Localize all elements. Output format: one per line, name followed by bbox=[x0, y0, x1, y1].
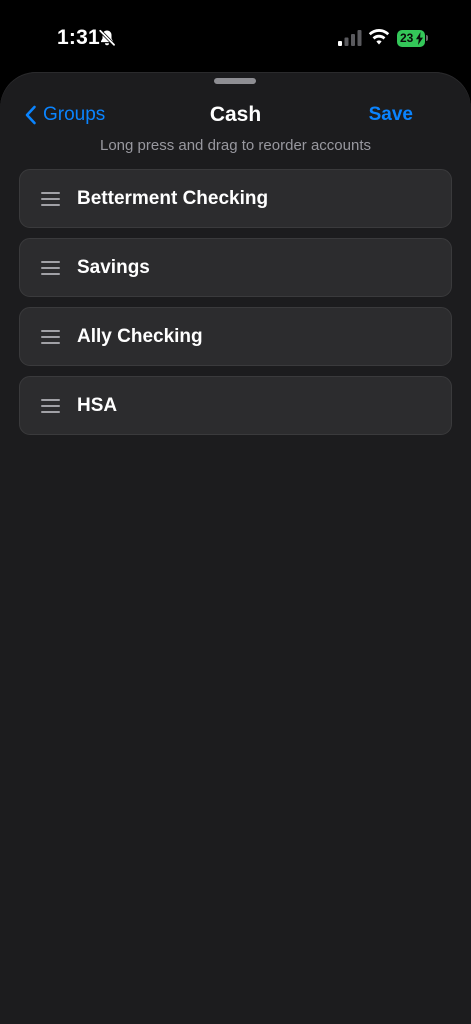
save-button[interactable]: Save bbox=[369, 100, 413, 130]
back-button[interactable]: Groups bbox=[24, 100, 105, 130]
account-name: Savings bbox=[77, 256, 150, 278]
account-name: HSA bbox=[77, 394, 118, 416]
account-name: Betterment Checking bbox=[77, 187, 269, 209]
battery-tip bbox=[426, 35, 428, 41]
status-time: 1:31 bbox=[57, 26, 100, 49]
back-button-label: Groups bbox=[43, 104, 106, 125]
status-bar: 1:31 23 bbox=[0, 0, 471, 70]
battery-level: 23 bbox=[397, 29, 425, 47]
account-row[interactable]: HSA bbox=[19, 376, 452, 435]
account-row[interactable]: Ally Checking bbox=[19, 307, 452, 366]
drag-handle-icon[interactable] bbox=[41, 191, 60, 206]
drag-handle-icon[interactable] bbox=[41, 398, 60, 413]
battery-charging-icon: 23 bbox=[397, 29, 428, 47]
sheet-grabber[interactable] bbox=[214, 78, 256, 84]
drag-handle-icon[interactable] bbox=[41, 329, 60, 344]
chevron-left-icon bbox=[25, 105, 36, 125]
bolt-icon bbox=[416, 31, 423, 45]
wifi-icon bbox=[368, 29, 390, 45]
drag-handle-icon[interactable] bbox=[41, 260, 60, 275]
signal-icon bbox=[338, 30, 362, 46]
battery-level-text: 23 bbox=[400, 30, 414, 45]
account-row[interactable]: Savings bbox=[19, 238, 452, 297]
screen: 1:31 23 Groups Cash Save Long press and … bbox=[0, 0, 471, 1024]
bell-off-icon bbox=[98, 29, 116, 47]
account-list: Betterment Checking Savings Ally Checkin… bbox=[19, 169, 452, 445]
sheet: Groups Cash Save Long press and drag to … bbox=[0, 72, 471, 1024]
reorder-hint: Long press and drag to reorder accounts bbox=[99, 137, 371, 154]
account-row[interactable]: Betterment Checking bbox=[19, 169, 452, 228]
nav-bar: Groups Cash Save bbox=[0, 100, 471, 130]
account-name: Ally Checking bbox=[77, 325, 203, 347]
